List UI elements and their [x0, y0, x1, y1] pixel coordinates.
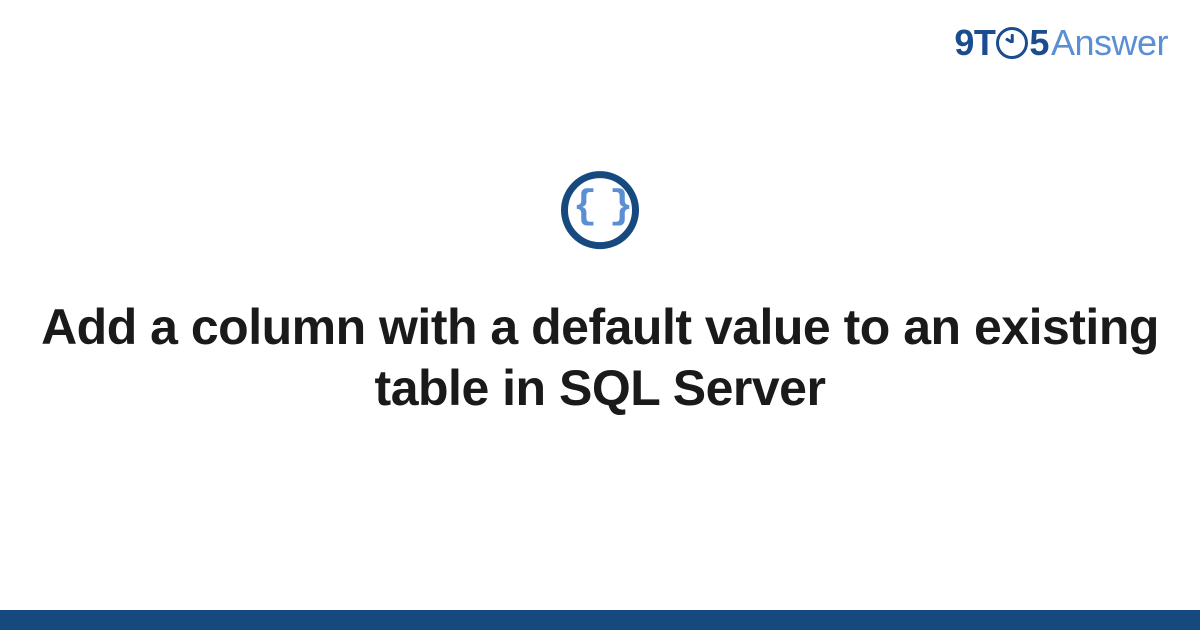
code-braces-icon: { }	[561, 171, 639, 249]
site-logo: 9T 5 Answer	[954, 22, 1168, 64]
logo-text-answer: Answer	[1051, 22, 1168, 64]
logo-text-5: 5	[1029, 22, 1049, 64]
braces-glyph: { }	[573, 188, 627, 228]
footer-bar	[0, 610, 1200, 630]
clock-icon	[996, 27, 1028, 59]
main-content: { } Add a column with a default value to…	[0, 171, 1200, 419]
logo-text-9t: 9T	[954, 22, 995, 64]
page-title: Add a column with a default value to an …	[40, 297, 1160, 419]
